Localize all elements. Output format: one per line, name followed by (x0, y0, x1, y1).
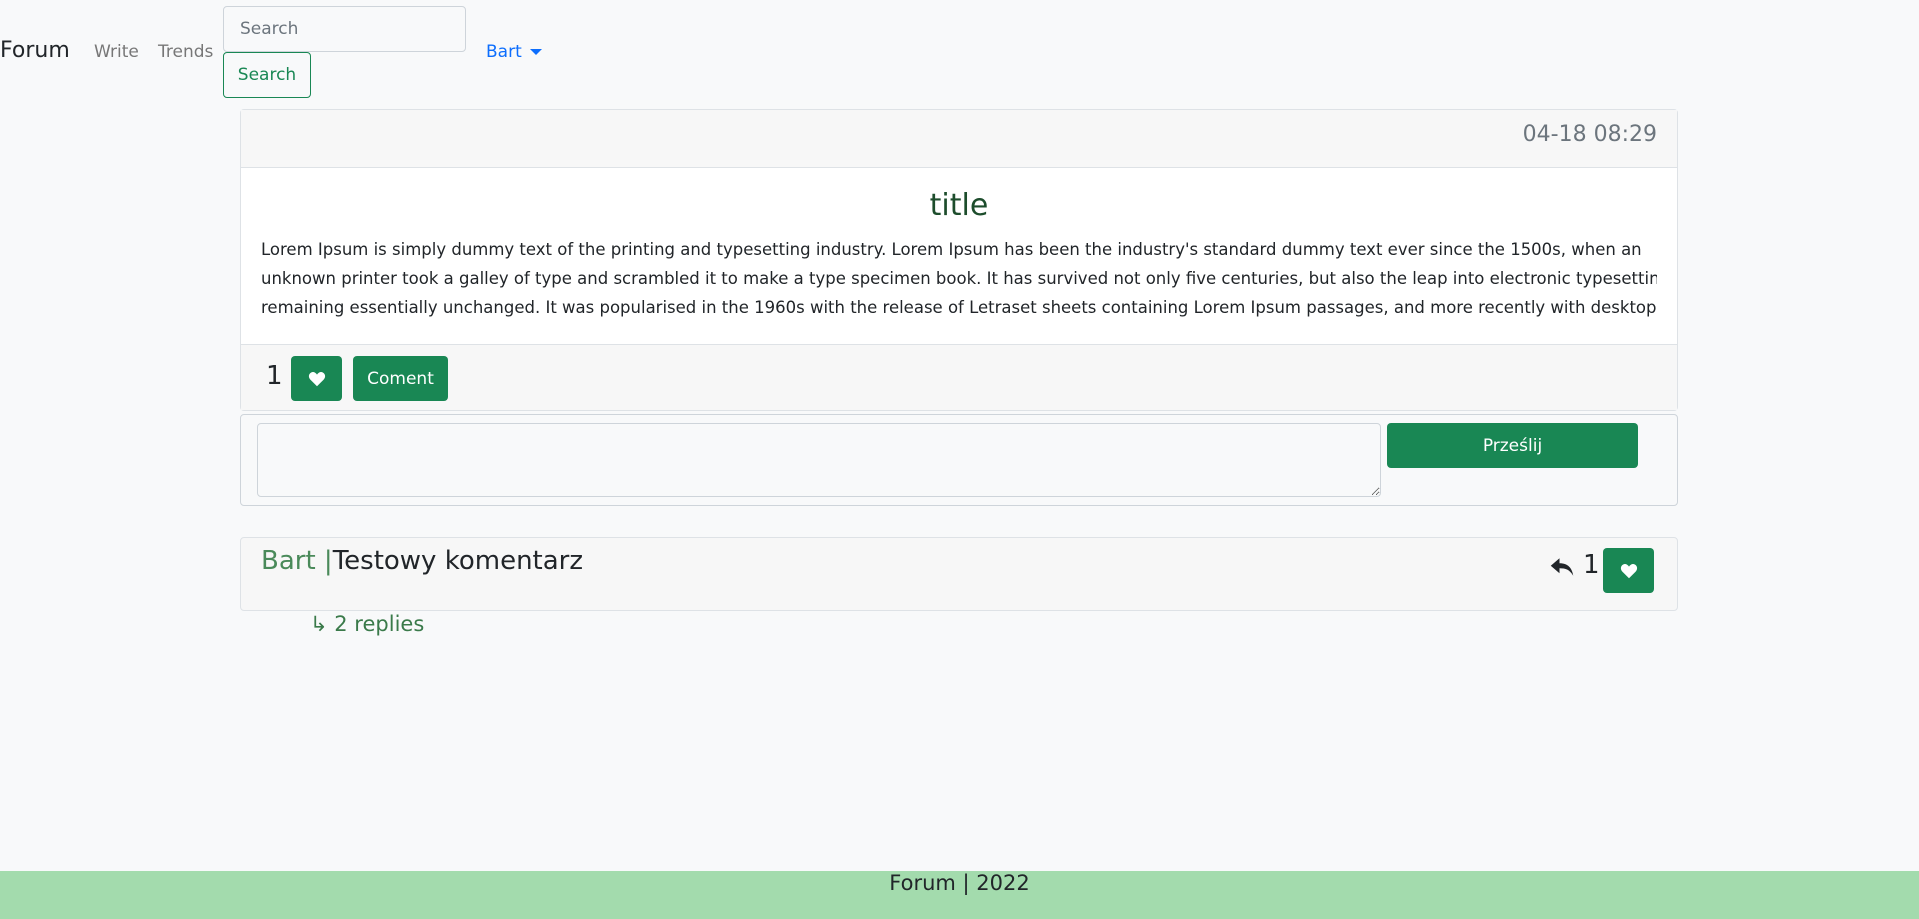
post-text-line: Lorem Ipsum is simply dummy text of the … (261, 240, 1642, 259)
comment-separator: | (315, 546, 333, 576)
like-button[interactable] (291, 356, 342, 401)
post-like-count: 1 (266, 361, 283, 391)
search-button[interactable]: Search (223, 52, 311, 98)
heart-icon (308, 371, 325, 386)
user-dropdown[interactable]: Bart (486, 42, 542, 62)
reply-icon[interactable] (1547, 552, 1577, 582)
nav-link-trends[interactable]: Trends (158, 42, 213, 62)
heart-icon (1620, 563, 1637, 578)
replies-link[interactable]: ↳ 2 replies (310, 612, 424, 636)
post-text: Lorem Ipsum is simply dummy text of the … (261, 235, 1657, 322)
post-header: 04-18 08:29 (241, 110, 1677, 168)
nav-link-write[interactable]: Write (94, 42, 139, 62)
post-timestamp: 04-18 08:29 (1522, 122, 1657, 147)
comment-card: Bart |Testowy komentarz 1 (240, 537, 1678, 611)
post-text-line: remaining essentially unchanged. It was … (261, 298, 1657, 317)
post-title: title (929, 188, 989, 223)
comment-author-line: Bart |Testowy komentarz (261, 546, 583, 576)
footer-text: Forum | 2022 (889, 871, 1030, 895)
brand-link[interactable]: Forum (0, 38, 70, 63)
post-body: title Lorem Ipsum is simply dummy text o… (241, 168, 1677, 344)
comment-button[interactable]: Coment (353, 356, 448, 401)
comment-textarea[interactable] (257, 423, 1381, 497)
caret-down-icon (529, 49, 542, 55)
post-footer: 1 Coment (241, 344, 1677, 410)
post-card: 04-18 08:29 title Lorem Ipsum is simply … (240, 109, 1678, 411)
comment-author[interactable]: Bart (261, 546, 316, 576)
navbar: Forum Write Trends Search Bart (0, 0, 1919, 105)
comment-text: Testowy komentarz (332, 546, 584, 576)
comment-form: Prześlij (240, 414, 1678, 506)
search-input[interactable] (223, 6, 466, 52)
post-text-line: unknown printer took a galley of type an… (261, 269, 1657, 288)
footer: Forum | 2022 (0, 871, 1919, 919)
submit-comment-button[interactable]: Prześlij (1387, 423, 1638, 468)
comment-like-button[interactable] (1603, 548, 1654, 593)
comment-like-count: 1 (1583, 550, 1600, 580)
user-name: Bart (486, 42, 522, 62)
